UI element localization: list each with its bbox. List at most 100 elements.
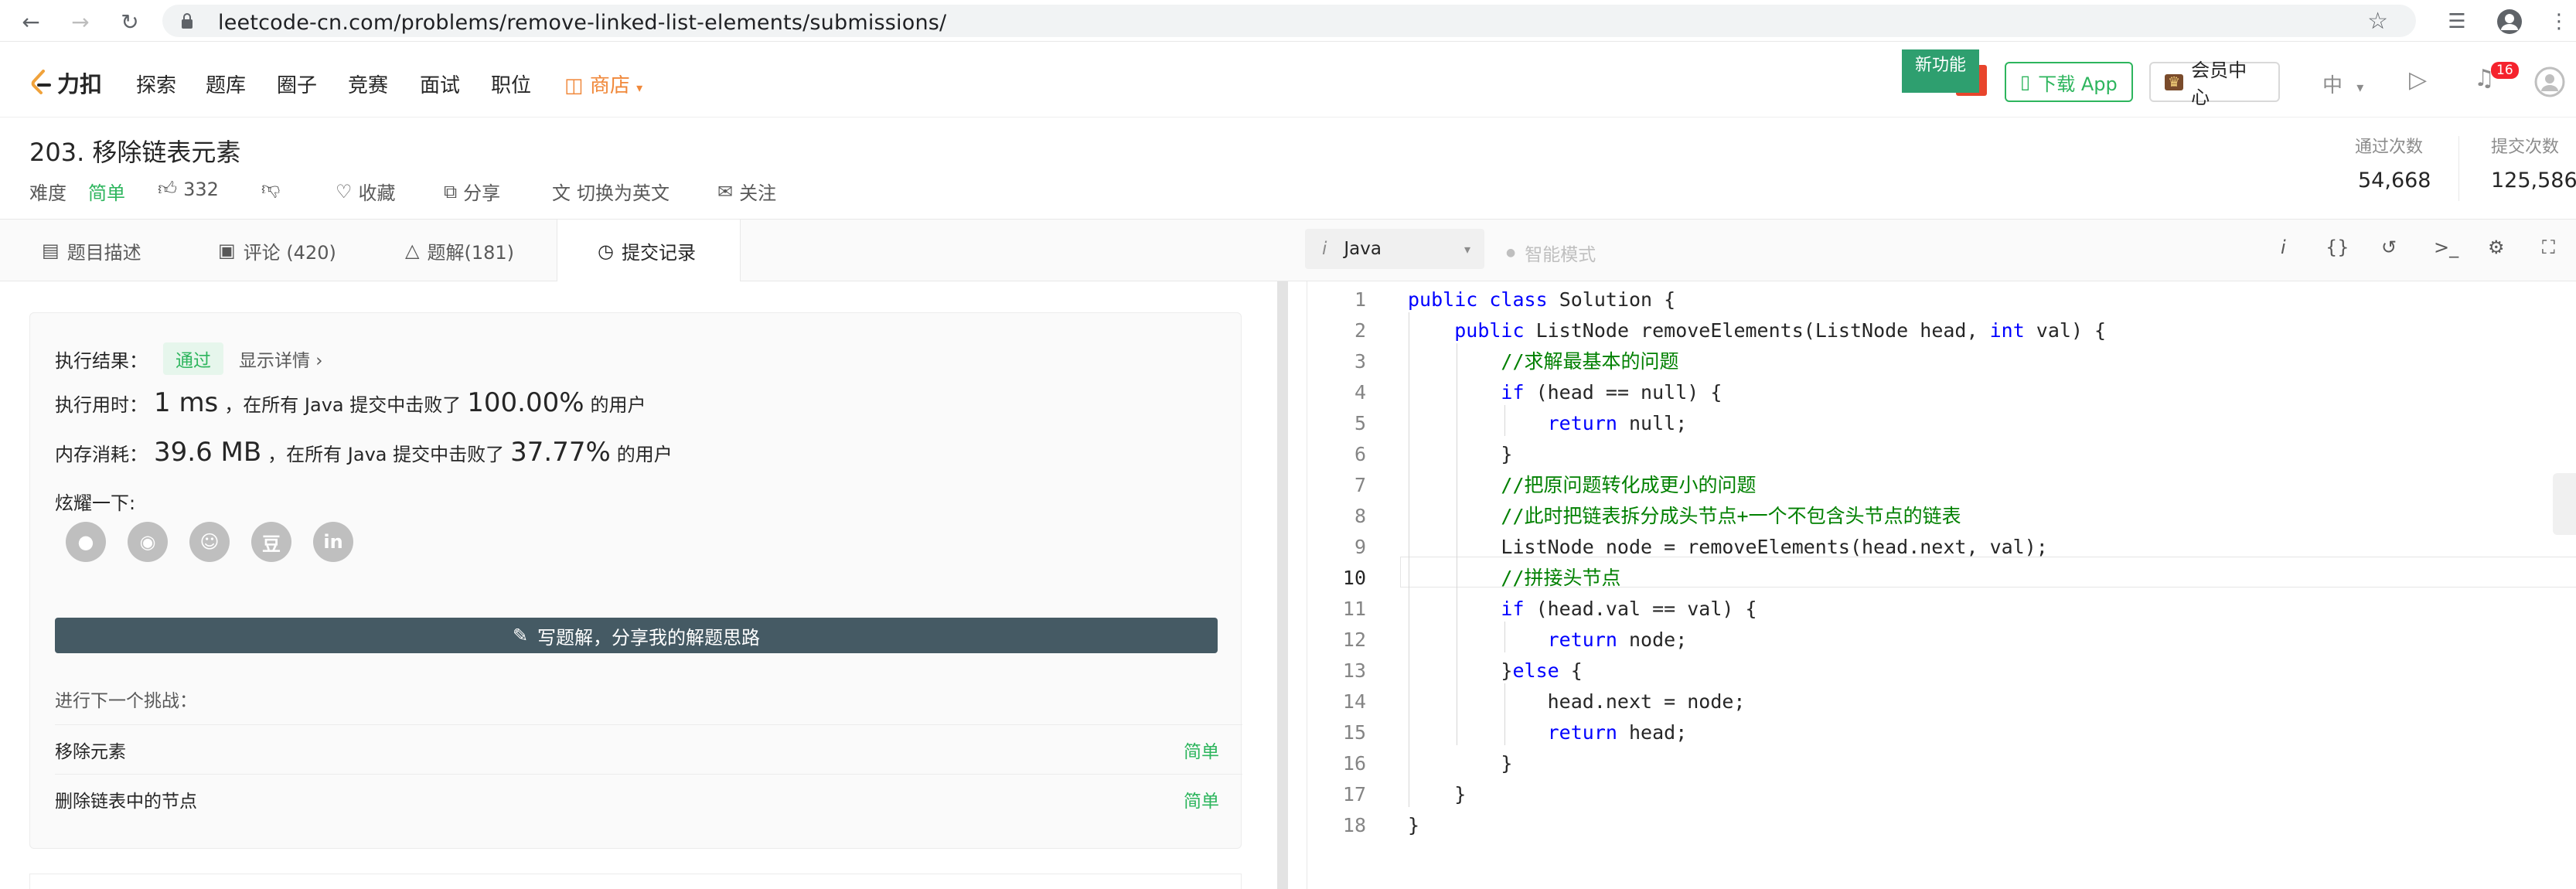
memory-desc: ，在所有 Java 提交中击败了 [267, 444, 505, 465]
code-text: }else { [1408, 659, 1583, 682]
write-solution-label: 写题解，分享我的解题思路 [537, 626, 761, 649]
code-editor[interactable]: 1 public class Solution {2 public ListNod… [1307, 281, 2576, 889]
code-line[interactable]: 4 if (head == null) { [1307, 377, 2576, 408]
submission-panel: 执行结果： 通过 显示详情 › 执行用时： 1 ms ，在所有 Java 提交中… [0, 281, 1268, 889]
code-line[interactable]: 13 }else { [1307, 656, 2576, 686]
scrollbar[interactable] [1277, 281, 1288, 889]
qq-icon[interactable]: ☺ [189, 522, 230, 562]
panel-splitter[interactable] [1277, 281, 1288, 889]
new-feature-tag[interactable]: 新功能 [1902, 49, 1979, 93]
challenge-difficulty: 简单 [1184, 791, 1219, 812]
comment-icon: ▣ [218, 240, 236, 261]
share-button[interactable]: ⧉ 分享 [444, 178, 500, 205]
playground-icon[interactable]: ▷ [2409, 66, 2427, 94]
linkedin-icon[interactable]: in [313, 522, 353, 562]
info-icon[interactable]: i [2281, 237, 2286, 258]
phone-icon: ▯ [2020, 71, 2031, 93]
weibo-icon[interactable]: ◉ [128, 522, 168, 562]
code-line[interactable]: 1 public class Solution { [1307, 284, 2576, 315]
line-number: 2 [1354, 319, 1366, 342]
tab-comments-label: 评论 (420) [243, 241, 336, 264]
forward-arrow-icon[interactable]: → [66, 8, 94, 36]
code-line[interactable]: 11 if (head.val == val) { [1307, 594, 2576, 625]
fullscreen-icon[interactable]: ⛶ [2542, 237, 2555, 258]
language-label: 中 [2322, 74, 2343, 97]
line-number: 4 [1354, 381, 1366, 404]
address-bar[interactable]: leetcode-cn.com/problems/remove-linked-l… [162, 5, 2416, 37]
wechat-icon[interactable]: ● [66, 522, 106, 562]
memory-value: 39.6 MB [154, 437, 262, 468]
result-card: 执行结果： 通过 显示详情 › 执行用时： 1 ms ，在所有 Java 提交中… [29, 312, 1242, 849]
code-line[interactable]: 14 head.next = node; [1307, 686, 2576, 717]
like-button[interactable]: 👍︎ 332 [158, 178, 219, 200]
shop-icon: ◫ [564, 74, 584, 97]
switch-language-button[interactable]: 文 切换为英文 [552, 178, 670, 205]
vip-center-label: 会员中心 [2191, 60, 2247, 108]
follow-button[interactable]: ✉ 关注 [717, 178, 776, 205]
nav-jobs[interactable]: 职位 [491, 70, 531, 98]
nav-explore[interactable]: 探索 [136, 70, 176, 98]
code-text: head.next = node; [1408, 690, 1746, 713]
runtime-label: 执行用时： [55, 394, 148, 416]
nav-circle[interactable]: 圈子 [277, 70, 317, 98]
side-drawer-handle[interactable] [2553, 473, 2576, 535]
terminal-icon[interactable]: >_ [2434, 237, 2458, 258]
back-arrow-icon[interactable]: ← [17, 8, 45, 36]
challenge-item[interactable]: 移除元素 简单 [55, 724, 1242, 774]
profile-icon[interactable] [2496, 8, 2523, 36]
code-line[interactable]: 10 //拼接头节点 [1307, 563, 2576, 594]
code-line[interactable]: 6 } [1307, 439, 2576, 470]
code-line[interactable]: 8 //此时把链表拆分成头节点+一个不包含头节点的链表 [1307, 501, 2576, 532]
code-format-icon[interactable]: {} [2326, 237, 2349, 258]
download-app-label: 下载 App [2038, 73, 2118, 95]
write-solution-button[interactable]: ✎ 写题解，分享我的解题思路 [55, 618, 1218, 653]
code-line[interactable]: 7 //把原问题转化成更小的问题 [1307, 470, 2576, 501]
code-line[interactable]: 16 } [1307, 748, 2576, 779]
tab-submissions[interactable]: ◷ 提交记录 [557, 220, 741, 282]
lock-icon [182, 13, 193, 29]
smart-mode-toggle[interactable]: ● 智能模式 [1506, 240, 1596, 266]
code-text: } [1408, 783, 1467, 806]
smart-mode-label: 智能模式 [1525, 245, 1596, 265]
code-language-select[interactable]: i Java ▾ [1305, 229, 1484, 269]
code-text: } [1408, 443, 1513, 465]
challenge-item[interactable]: 删除链表中的节点 简单 [55, 774, 1242, 823]
code-line[interactable]: 2 public ListNode removeElements(ListNod… [1307, 315, 2576, 346]
exec-result-label: 执行结果： [55, 349, 148, 372]
nav-contest[interactable]: 竞赛 [348, 70, 388, 98]
douban-icon[interactable]: 豆 [251, 522, 291, 562]
user-avatar[interactable] [2534, 66, 2565, 100]
difficulty-value: 简单 [88, 182, 125, 204]
reset-icon[interactable]: ↺ [2381, 237, 2397, 258]
favorite-button[interactable]: ♡ 收藏 [336, 178, 396, 205]
tab-solutions[interactable]: △ 题解(181) [405, 220, 514, 281]
nav-interview[interactable]: 面试 [420, 70, 460, 98]
line-number: 7 [1354, 474, 1366, 496]
code-line[interactable]: 18} [1307, 810, 2576, 841]
code-line[interactable]: 9 ListNode node = removeElements(head.ne… [1307, 532, 2576, 563]
code-line[interactable]: 17 } [1307, 779, 2576, 810]
reload-icon[interactable]: ↻ [116, 8, 144, 36]
vip-center-button[interactable]: ♛ 会员中心 [2149, 60, 2280, 108]
code-line[interactable]: 12 return node; [1307, 625, 2576, 656]
settings-icon[interactable]: ⚙ [2488, 237, 2505, 258]
nav-problems[interactable]: 题库 [206, 70, 246, 98]
code-line[interactable]: 5 return null; [1307, 408, 2576, 439]
nav-shop[interactable]: ◫ 商店 ▾ [564, 70, 642, 98]
leetcode-logo[interactable]: 力扣 [29, 66, 102, 99]
reading-list-icon[interactable]: ☰ [2443, 8, 2471, 36]
tab-comments[interactable]: ▣ 评论 (420) [218, 220, 336, 281]
code-text: public class Solution { [1408, 288, 1676, 311]
tab-description[interactable]: ▤ 题目描述 [42, 220, 141, 281]
url-text: leetcode-cn.com/problems/remove-linked-l… [218, 11, 947, 35]
code-line[interactable]: 15 return head; [1307, 717, 2576, 748]
chevron-down-icon: ▾ [1463, 241, 1470, 257]
more-menu-icon[interactable]: ⋮ [2545, 8, 2573, 36]
code-line[interactable]: 3 //求解最基本的问题 [1307, 346, 2576, 377]
line-number: 18 [1342, 814, 1366, 836]
language-select[interactable]: 中 ▾ [2322, 70, 2363, 98]
download-app-button[interactable]: ▯ 下载 App [2005, 62, 2133, 102]
dislike-button[interactable]: 👎︎ [261, 178, 280, 200]
bookmark-star-icon[interactable]: ☆ [2367, 8, 2388, 35]
show-detail-link[interactable]: 显示详情 › [239, 346, 323, 372]
